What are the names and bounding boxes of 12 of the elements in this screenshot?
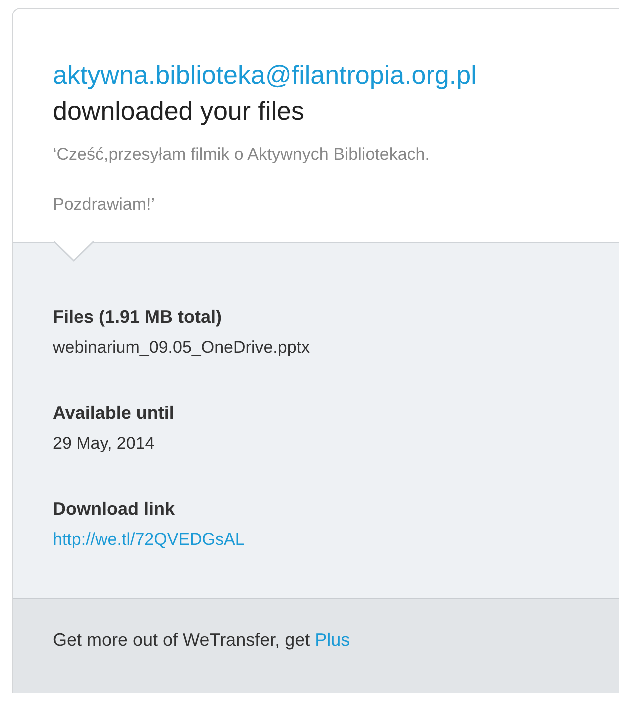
detail-label: Files (1.91 MB total) <box>53 306 222 329</box>
detail-value: 29 May, 2014 <box>53 433 155 455</box>
message-text: ‘Cześć,przesyłam filmik o Aktywnych Bibliotekach. <box>53 144 430 166</box>
detail-value: webinarium_09.05_OneDrive.pptx <box>53 337 310 359</box>
message-text: Pozdrawiam!’ <box>53 194 156 216</box>
download-notice: downloaded your files <box>53 95 304 128</box>
sender-email-link[interactable]: aktywna.biblioteka@filantropia.org.pl <box>53 57 477 93</box>
plus-link[interactable]: Plus <box>315 630 350 650</box>
detail-label: Available until <box>53 402 174 425</box>
promo-text: Get more out of WeTransfer, get Plus <box>53 630 350 650</box>
detail-label: Download link <box>53 498 176 521</box>
download-link[interactable]: http://we.tl/72QVEDGsAL <box>53 527 245 553</box>
